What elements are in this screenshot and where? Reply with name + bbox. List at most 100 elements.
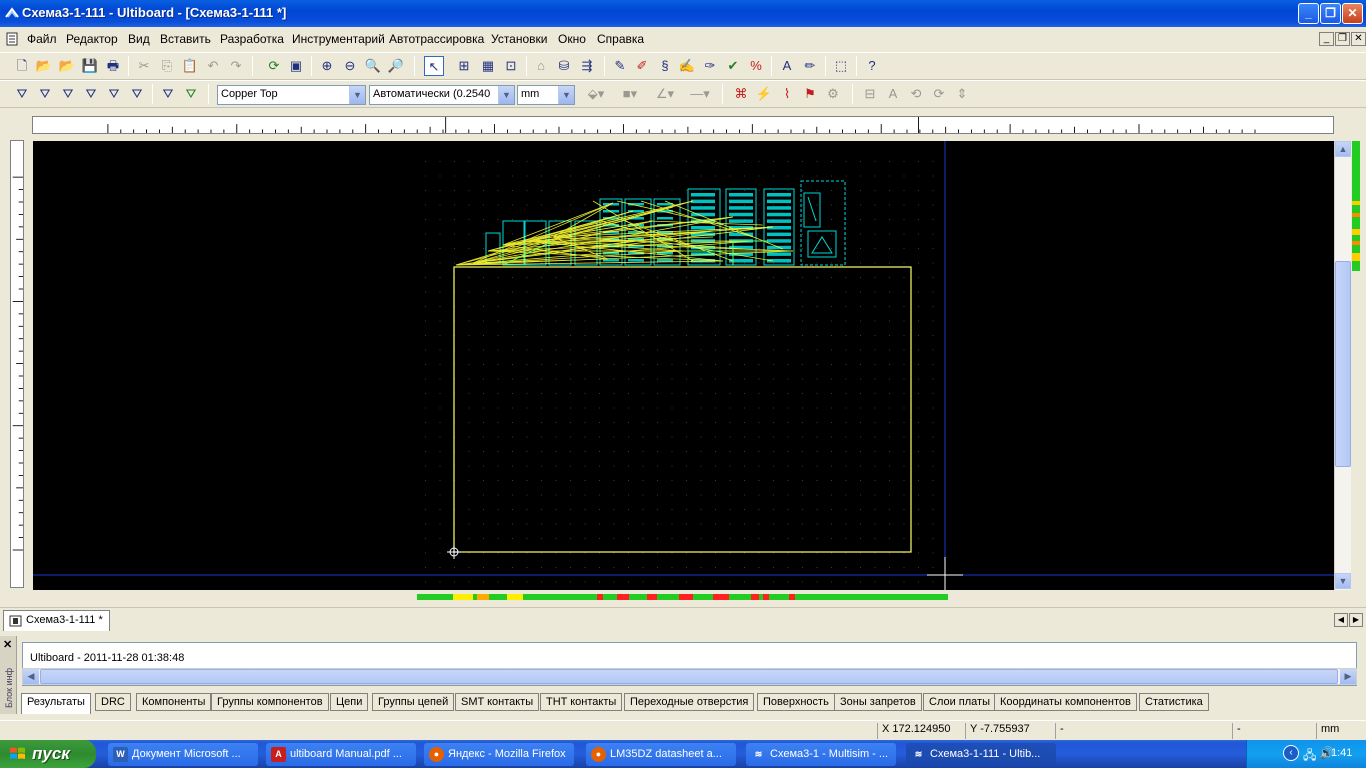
output-scroll-thumb[interactable]	[40, 669, 1338, 684]
menu-autoroute[interactable]: Автотрассировка	[389, 32, 484, 46]
menu-window[interactable]: Окно	[558, 32, 586, 46]
zoom-out-icon[interactable]: ⊖	[340, 56, 360, 76]
tab-nets[interactable]: Цепи	[330, 693, 369, 711]
line-style-icon[interactable]: ∠▾	[650, 84, 680, 104]
title-bar[interactable]: Схема3-1-111 - Ultiboard - [Схема3-1-111…	[0, 0, 1366, 27]
rotate-left-icon[interactable]: ⟲	[906, 84, 926, 104]
component-icon[interactable]: ⊡	[501, 56, 521, 76]
route-net-icon[interactable]: ⌇	[777, 84, 797, 104]
mdi-restore-button[interactable]: ❐	[1335, 32, 1350, 46]
grid-icon[interactable]: ▦	[478, 56, 498, 76]
tab-results[interactable]: Результаты	[21, 693, 91, 714]
taskbar-button-word[interactable]: W Документ Microsoft ...	[108, 743, 258, 766]
close-button[interactable]: ✕	[1342, 3, 1363, 24]
menu-edit[interactable]: Редактор	[66, 32, 118, 46]
text-tool-icon[interactable]: A	[777, 56, 797, 76]
align-icon[interactable]: ⊟	[860, 84, 880, 104]
tab-smt-pins[interactable]: SMT контакты	[455, 693, 540, 711]
menu-design[interactable]: Разработка	[220, 32, 284, 46]
start-button[interactable]: пуск	[0, 740, 96, 768]
select-arrow-icon[interactable]: ↖	[424, 56, 444, 76]
route-icon[interactable]: §	[655, 56, 675, 76]
text-edit-icon[interactable]: ✏	[800, 56, 820, 76]
tab-scroll-left-icon[interactable]: ◀	[1334, 613, 1348, 627]
canvas-vertical-scrollbar[interactable]: ▲ ▼	[1334, 141, 1351, 590]
mdi-close-button[interactable]: ✕	[1351, 32, 1366, 46]
taskbar-button-multisim[interactable]: ≋ Схема3-1 - Multisim - ...	[746, 743, 896, 766]
menu-tools[interactable]: Инструментарий	[292, 32, 385, 46]
fill-color-icon[interactable]: ■▾	[615, 84, 645, 104]
new-file-icon[interactable]: 🗋	[12, 56, 32, 76]
save-icon[interactable]: 💾	[80, 56, 100, 76]
flip-icon[interactable]: ⇕	[952, 84, 972, 104]
filter-pin-icon[interactable]: ⛛	[81, 84, 101, 104]
tab-keep-out-zones[interactable]: Зоны запретов	[834, 693, 922, 711]
tab-vias[interactable]: Переходные отверстия	[624, 693, 755, 711]
filter-text-icon[interactable]: ⛛	[58, 84, 78, 104]
chevron-down-icon[interactable]: ▼	[558, 86, 574, 104]
output-horizontal-scrollbar[interactable]: ◀ ▶	[22, 668, 1357, 685]
open-recent-icon[interactable]: 📂	[57, 56, 77, 76]
place-part-icon[interactable]: ⌂	[531, 56, 551, 76]
network-icon[interactable]: 🖧	[1303, 746, 1316, 767]
maximize-button[interactable]: ❐	[1320, 3, 1341, 24]
layer-stack-icon[interactable]: ⛛	[181, 84, 201, 104]
trace-icon[interactable]: ✐	[632, 56, 652, 76]
tab-net-groups[interactable]: Группы цепей	[372, 693, 455, 711]
tab-board-layers[interactable]: Слои платы	[923, 693, 996, 711]
unit-select[interactable]: mm ▼	[517, 85, 575, 105]
zoom-fit-icon[interactable]: 🔎	[386, 56, 406, 76]
filter-via-icon[interactable]: ⛛	[104, 84, 124, 104]
rectangle-select-icon[interactable]: ⬚	[831, 56, 851, 76]
stop-route-icon[interactable]: ⚑	[800, 84, 820, 104]
filter-trace-icon[interactable]: ⛛	[127, 84, 147, 104]
line-width-icon[interactable]: —▾	[685, 84, 715, 104]
autoroute-icon[interactable]: ⌘	[731, 84, 751, 104]
fill-bucket-icon[interactable]: ⬙▾	[581, 84, 611, 104]
open-folder-icon[interactable]: 📂	[34, 56, 54, 76]
paste-icon[interactable]: 📋	[180, 56, 200, 76]
zoom-window-icon[interactable]: 🔍	[363, 56, 383, 76]
menu-options[interactable]: Установки	[491, 32, 547, 46]
tab-component-groups[interactable]: Группы компонентов	[211, 693, 329, 711]
mdi-minimize-button[interactable]: _	[1319, 32, 1334, 46]
connect-icon[interactable]: ✑	[700, 56, 720, 76]
rotate-right-icon[interactable]: ⟳	[929, 84, 949, 104]
scroll-thumb[interactable]	[1335, 261, 1351, 467]
chevron-down-icon[interactable]: ▼	[349, 86, 365, 104]
tab-copper-areas[interactable]: Поверхность	[757, 693, 835, 711]
print-icon[interactable]: 🖶	[103, 56, 123, 76]
percent-icon[interactable]: %	[746, 56, 766, 76]
scroll-right-arrow-icon[interactable]: ▶	[1340, 669, 1356, 684]
minimize-button[interactable]: _	[1298, 3, 1319, 24]
tab-drc[interactable]: DRC	[95, 693, 131, 711]
scroll-down-arrow-icon[interactable]: ▼	[1335, 573, 1351, 589]
clock[interactable]: 1:41	[1331, 747, 1352, 759]
tray-expand-icon[interactable]: ‹	[1283, 745, 1299, 761]
tab-component-coordinates[interactable]: Координаты компонентов	[994, 693, 1137, 711]
scroll-left-arrow-icon[interactable]: ◀	[23, 669, 39, 684]
scroll-up-arrow-icon[interactable]: ▲	[1335, 141, 1351, 157]
copy-icon[interactable]: ⎘	[157, 56, 177, 76]
pcb-canvas[interactable]	[33, 141, 1334, 590]
menu-insert[interactable]: Вставить	[160, 32, 211, 46]
menu-help[interactable]: Справка	[597, 32, 644, 46]
grid-select[interactable]: Автоматически (0.2540 ▼	[369, 85, 515, 105]
database-icon[interactable]: ⛁	[554, 56, 574, 76]
undo-icon[interactable]: ↶	[203, 56, 223, 76]
chevron-down-icon[interactable]: ▼	[498, 86, 514, 104]
tab-statistics[interactable]: Статистика	[1139, 693, 1209, 711]
refresh-icon[interactable]: ⟳	[264, 56, 284, 76]
document-tab[interactable]: Схема3-1-111 *	[3, 610, 110, 631]
taskbar-button-pdf[interactable]: A ultiboard Manual.pdf ...	[266, 743, 416, 766]
tab-scroll-right-icon[interactable]: ▶	[1349, 613, 1363, 627]
taskbar-button-firefox-datasheet[interactable]: ● LM35DZ datasheet a...	[586, 743, 736, 766]
filter-icon[interactable]: ⛛	[12, 84, 32, 104]
redo-icon[interactable]: ↷	[226, 56, 246, 76]
text-size-icon[interactable]: A	[883, 84, 903, 104]
draw-line-icon[interactable]: ✎	[610, 56, 630, 76]
optimize-icon[interactable]: ⚙	[823, 84, 843, 104]
filter-part-icon[interactable]: ⛛	[35, 84, 55, 104]
tab-components[interactable]: Компоненты	[136, 693, 212, 711]
output-close-icon[interactable]: ✕	[3, 638, 12, 651]
